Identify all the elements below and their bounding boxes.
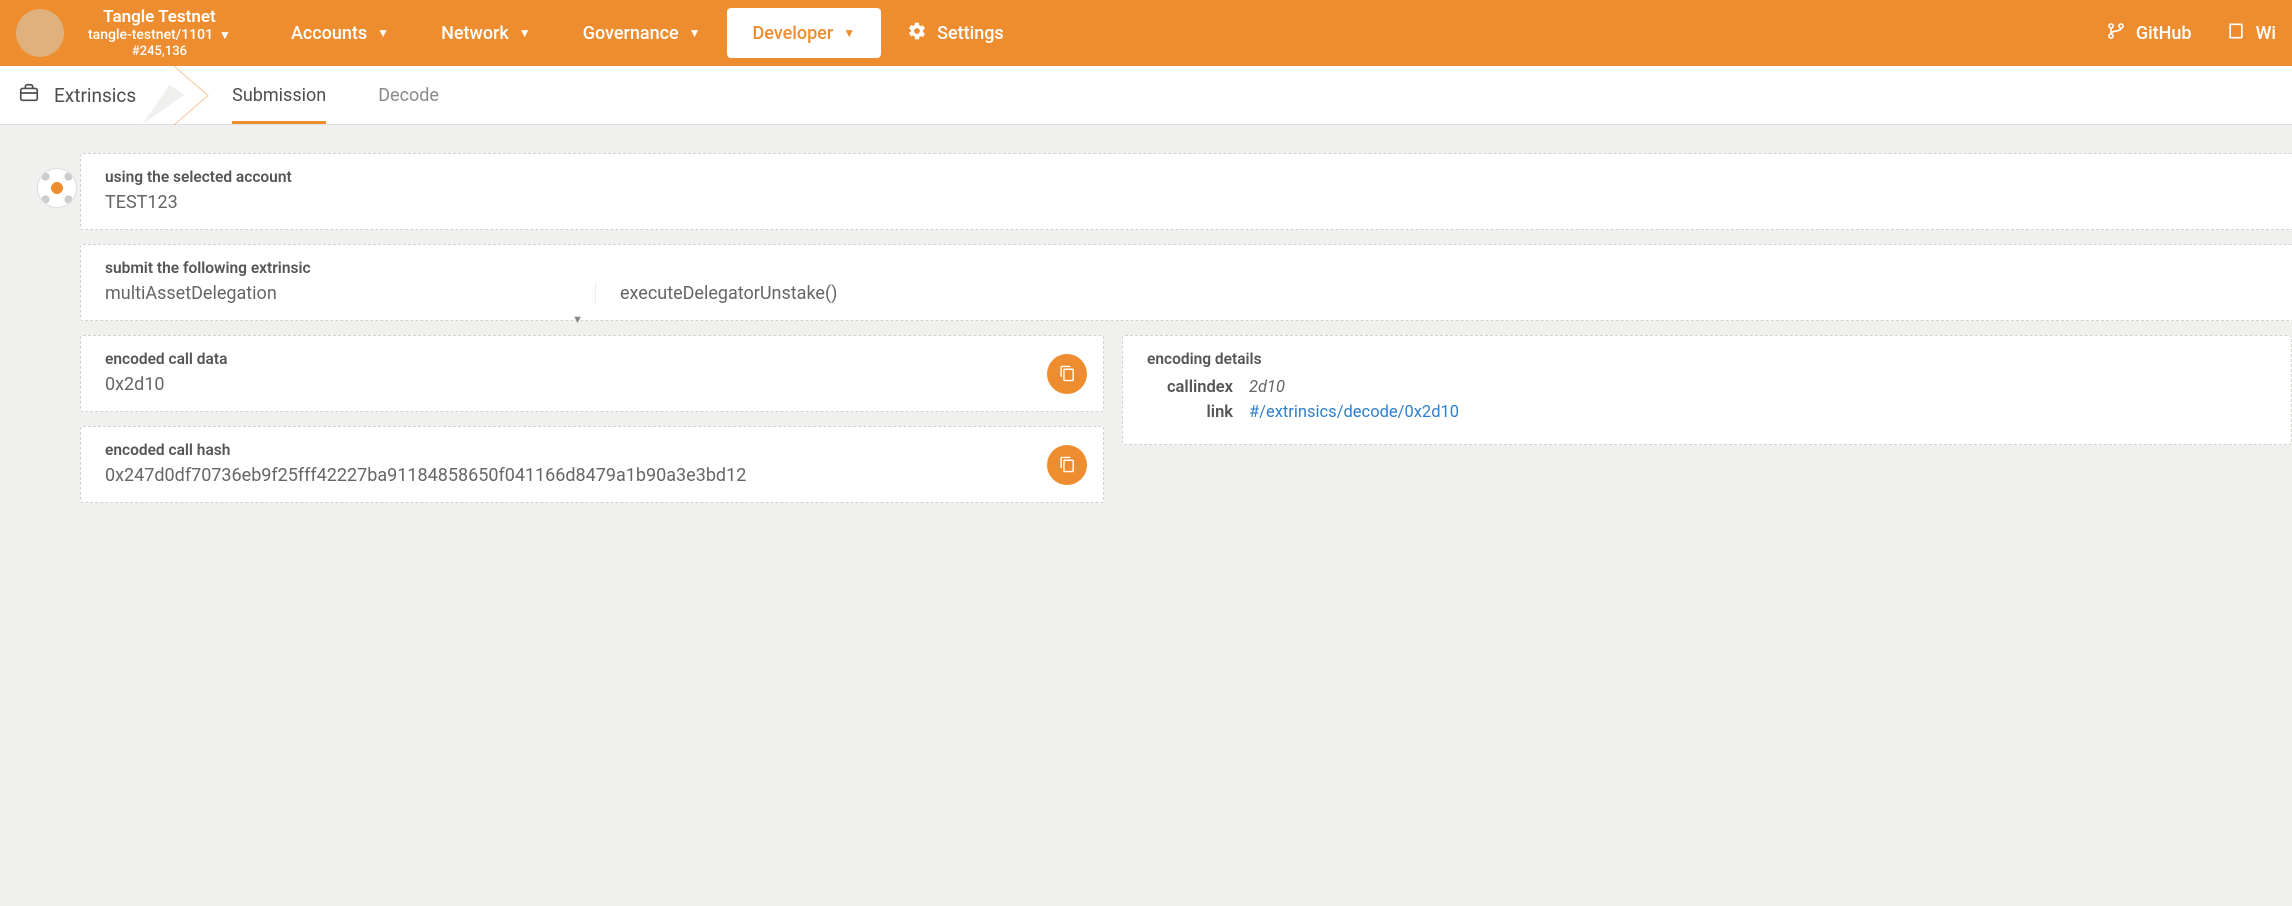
- top-navbar: Tangle Testnet tangle-testnet/1101 ▼ #24…: [0, 0, 2292, 66]
- chevron-down-icon: ▼: [843, 26, 855, 40]
- sub-navbar: Extrinsics Submission Decode: [0, 66, 2292, 125]
- copy-icon: [1059, 456, 1076, 473]
- chevron-down-icon: ▼: [572, 313, 583, 326]
- nav-wiki-label: Wi: [2256, 23, 2276, 44]
- call-selector-value: executeDelegatorUnstake(): [620, 283, 2291, 304]
- book-icon: [2226, 21, 2246, 46]
- primary-nav: Accounts ▼ Network ▼ Governance ▼ Develo…: [265, 7, 1030, 59]
- callindex-value: 2d10: [1249, 378, 1285, 397]
- chevron-down-icon: ▼: [519, 26, 531, 40]
- encoding-details-panel: encoding details callindex 2d10 link #/e…: [1122, 335, 2292, 445]
- tab-decode-label: Decode: [378, 85, 439, 106]
- extrinsic-panel-label: submit the following extrinsic: [105, 259, 2291, 277]
- account-panel-value: TEST123: [105, 192, 2291, 213]
- nav-wiki[interactable]: Wi: [2226, 21, 2276, 46]
- decode-link[interactable]: #/extrinsics/decode/0x2d10: [1249, 403, 1459, 422]
- nav-developer[interactable]: Developer ▼: [727, 8, 882, 58]
- encoded-column: encoded call data 0x2d10 encoded call ha…: [80, 335, 1104, 517]
- nav-settings[interactable]: Settings: [881, 7, 1030, 59]
- encoded-call-data-label: encoded call data: [105, 350, 1079, 368]
- tab-decode[interactable]: Decode: [352, 66, 465, 124]
- nav-developer-label: Developer: [753, 23, 834, 44]
- encoded-call-hash-label: encoded call hash: [105, 441, 1079, 459]
- page-content: using the selected account TEST123 submi…: [0, 125, 2292, 517]
- gears-icon: [907, 21, 927, 46]
- nav-network-label: Network: [441, 23, 509, 44]
- copy-call-hash-button[interactable]: [1047, 445, 1087, 485]
- page-heading: Extrinsics: [18, 66, 184, 124]
- chevron-down-icon: ▼: [377, 26, 389, 40]
- account-panel[interactable]: using the selected account TEST123: [80, 153, 2292, 230]
- nav-github[interactable]: GitHub: [2106, 21, 2192, 46]
- block-number: #245,136: [132, 44, 187, 60]
- chevron-down-icon: ▼: [689, 26, 701, 40]
- nav-accounts[interactable]: Accounts ▼: [265, 7, 415, 59]
- encoded-call-hash-value: 0x247d0df70736eb9f25fff42227ba9118485865…: [105, 465, 1079, 486]
- callindex-label: callindex: [1147, 378, 1233, 397]
- chevron-down-icon: ▼: [219, 28, 231, 42]
- nav-network[interactable]: Network ▼: [415, 7, 557, 59]
- breadcrumb-arrow: [174, 66, 206, 124]
- call-selector[interactable]: executeDelegatorUnstake(): [595, 283, 2291, 304]
- nav-governance-label: Governance: [583, 23, 679, 44]
- nav-settings-label: Settings: [937, 23, 1004, 44]
- account-identicon[interactable]: [37, 168, 77, 208]
- chain-selector[interactable]: Tangle Testnet tangle-testnet/1101 ▼ #24…: [88, 7, 231, 60]
- extrinsic-panel: submit the following extrinsic multiAsse…: [80, 244, 2292, 321]
- page-heading-label: Extrinsics: [54, 84, 136, 107]
- copy-call-data-button[interactable]: [1047, 354, 1087, 394]
- pallet-selector[interactable]: multiAssetDelegation ▼: [105, 283, 595, 304]
- tab-submission-label: Submission: [232, 85, 326, 106]
- tab-submission[interactable]: Submission: [206, 66, 352, 124]
- encoded-call-hash-panel: encoded call hash 0x247d0df70736eb9f25ff…: [80, 426, 1104, 503]
- encoded-call-data-panel: encoded call data 0x2d10: [80, 335, 1104, 412]
- git-branch-icon: [2106, 21, 2126, 46]
- encoding-details-title: encoding details: [1147, 350, 2267, 368]
- nav-github-label: GitHub: [2136, 23, 2192, 44]
- top-nav-right: GitHub Wi: [2106, 21, 2276, 46]
- chain-spec: tangle-testnet/1101: [88, 27, 213, 44]
- nav-accounts-label: Accounts: [291, 23, 367, 44]
- pallet-selector-value: multiAssetDelegation: [105, 283, 595, 304]
- nav-governance[interactable]: Governance ▼: [557, 7, 727, 59]
- chain-name: Tangle Testnet: [103, 7, 216, 27]
- link-label: link: [1147, 403, 1233, 422]
- chain-logo[interactable]: [16, 9, 64, 57]
- account-panel-label: using the selected account: [105, 168, 2291, 186]
- encoded-call-data-value: 0x2d10: [105, 374, 1079, 395]
- briefcase-icon: [18, 82, 40, 109]
- copy-icon: [1059, 365, 1076, 382]
